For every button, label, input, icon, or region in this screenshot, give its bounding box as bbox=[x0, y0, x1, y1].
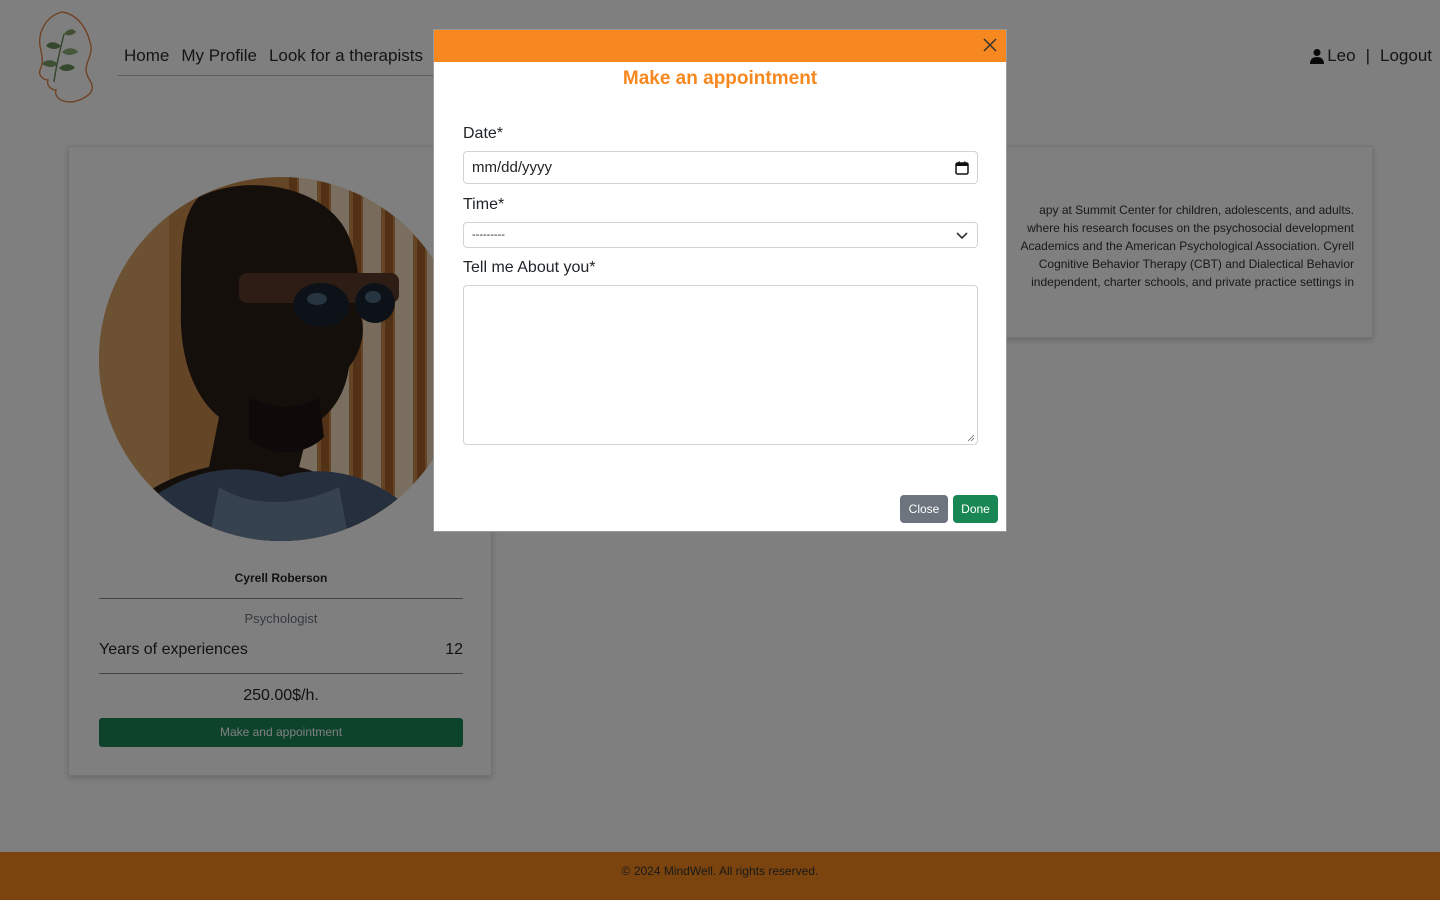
modal-header bbox=[434, 30, 1006, 62]
date-placeholder: mm/dd/yyyy bbox=[472, 159, 553, 176]
about-label: Tell me About you* bbox=[463, 259, 596, 276]
about-textarea[interactable] bbox=[463, 285, 978, 445]
calendar-icon[interactable] bbox=[955, 161, 969, 175]
time-value: --------- bbox=[472, 229, 505, 241]
close-button[interactable]: Close bbox=[900, 495, 948, 523]
appointment-modal: Make an appointment Date* mm/dd/yyyy Tim… bbox=[433, 29, 1007, 532]
done-button[interactable]: Done bbox=[953, 495, 998, 523]
date-input[interactable]: mm/dd/yyyy bbox=[463, 151, 978, 184]
date-label: Date* bbox=[463, 125, 504, 142]
modal-title: Make an appointment bbox=[622, 68, 818, 89]
resize-grip-icon[interactable] bbox=[967, 434, 975, 442]
chevron-down-icon bbox=[956, 232, 968, 240]
time-label: Time* bbox=[463, 196, 505, 213]
time-select[interactable]: --------- bbox=[463, 222, 978, 248]
close-icon[interactable] bbox=[982, 37, 998, 53]
